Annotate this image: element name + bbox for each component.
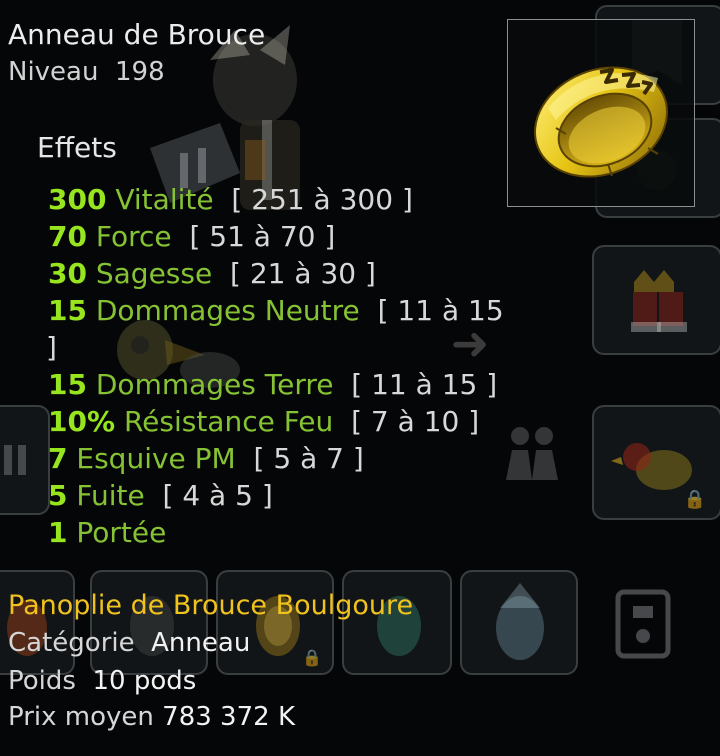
- weight-value: 10 pods: [92, 666, 197, 696]
- effects-title: Effets: [37, 131, 117, 164]
- gold-ring-icon: [534, 66, 668, 178]
- gate-icon: [4, 445, 26, 475]
- effect-value: 30: [48, 257, 87, 290]
- effect-name: Force: [95, 220, 172, 253]
- effect-line: 15 Dommages Terre [ 11 à 15 ]: [48, 368, 497, 401]
- effect-line: 1 Portée: [48, 516, 166, 549]
- effect-range: [ 5 à 7 ]: [253, 442, 364, 475]
- item-name: Anneau de Brouce: [8, 18, 266, 51]
- effect-range: [ 11 à 15 ]: [351, 368, 498, 401]
- effect-range: [ 21 à 30 ]: [230, 257, 376, 290]
- effect-name: Portée: [76, 516, 167, 549]
- effect-value: 5: [48, 479, 68, 512]
- effect-name: Dommages Terre: [95, 368, 334, 401]
- effect-line: 15 Dommages Neutre [ 11 à 15: [48, 294, 504, 327]
- price-value: 783 372 K: [162, 702, 295, 732]
- effect-value: 70: [48, 220, 87, 253]
- item-level-value: 198: [115, 57, 165, 87]
- effect-value: 300: [48, 183, 107, 216]
- effect-range: [ 51 à 70 ]: [189, 220, 336, 253]
- family-figures-icon: [492, 420, 572, 490]
- inventory-slot-gold-egg[interactable]: 🔒: [216, 570, 334, 675]
- inventory-slot-fire-egg[interactable]: [0, 570, 75, 675]
- effect-line: 7 Esquive PM [ 5 à 7 ]: [48, 442, 364, 475]
- inventory-slot-teal-egg[interactable]: [342, 570, 452, 675]
- item-level: Niveau 198: [8, 57, 165, 87]
- controller-icon: [608, 584, 678, 664]
- effect-range: [ 7 à 10 ]: [351, 405, 480, 438]
- item-image-frame: [507, 19, 695, 207]
- item-category: Catégorie Anneau: [8, 628, 250, 658]
- effect-value: 15: [48, 368, 87, 401]
- effect-line: 70 Force [ 51 à 70 ]: [48, 220, 335, 253]
- inventory-slot-boots[interactable]: [592, 245, 720, 355]
- effect-value: 7: [48, 442, 68, 475]
- lock-icon: 🔒: [302, 648, 322, 667]
- ice-egg-icon: [496, 583, 544, 660]
- effect-range-continuation: ]: [46, 331, 57, 364]
- effect-name: Esquive PM: [76, 442, 236, 475]
- effect-range: [ 251 à 300 ]: [231, 183, 413, 216]
- effect-value: 15: [48, 294, 87, 327]
- inventory-slot-left[interactable]: [0, 405, 50, 515]
- lock-icon: 🔒: [683, 489, 706, 510]
- price-label: Prix moyen: [8, 702, 154, 732]
- effect-line: 10% Résistance Feu [ 7 à 10 ]: [48, 405, 479, 438]
- category-label: Catégorie: [8, 628, 135, 658]
- effect-name: Vitalité: [115, 183, 214, 216]
- effect-value: 10%: [48, 405, 116, 438]
- inventory-slot-ice-egg[interactable]: [460, 570, 578, 675]
- item-set-name[interactable]: Panoplie de Brouce Boulgoure: [8, 590, 413, 621]
- category-value: Anneau: [151, 628, 251, 658]
- item-level-label: Niveau: [8, 57, 99, 87]
- effect-value: 1: [48, 516, 68, 549]
- effect-range: [ 11 à 15: [377, 294, 504, 327]
- effect-line: 300 Vitalité [ 251 à 300 ]: [48, 183, 413, 216]
- item-weight: Poids 10 pods: [8, 666, 196, 696]
- effect-range: [ 4 à 5 ]: [162, 479, 273, 512]
- boots-icon: [631, 270, 687, 332]
- effect-name: Sagesse: [95, 257, 213, 290]
- weight-label: Poids: [8, 666, 76, 696]
- inventory-slot-plain-egg[interactable]: [90, 570, 208, 675]
- inventory-slot-dragon[interactable]: 🔒: [592, 405, 720, 520]
- effect-line: 5 Fuite [ 4 à 5 ]: [48, 479, 273, 512]
- effect-name: Dommages Neutre: [95, 294, 360, 327]
- effect-name: Fuite: [76, 479, 145, 512]
- effect-line: 30 Sagesse [ 21 à 30 ]: [48, 257, 376, 290]
- effect-name: Résistance Feu: [123, 405, 334, 438]
- item-price: Prix moyen 783 372 K: [8, 702, 295, 732]
